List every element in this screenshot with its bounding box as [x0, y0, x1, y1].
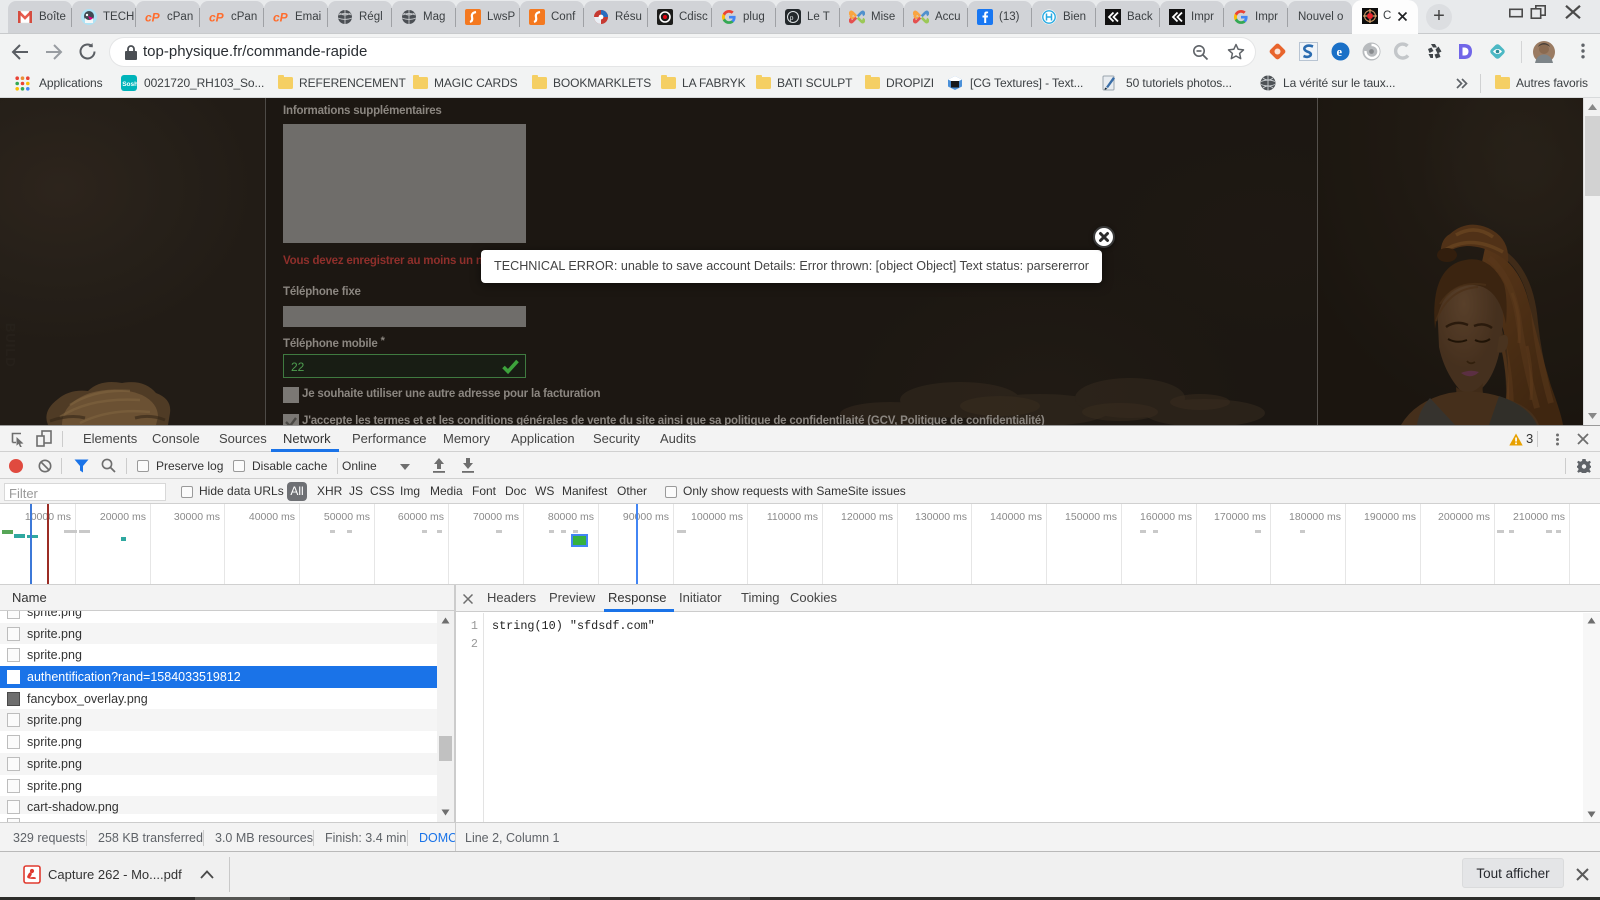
svg-text:Sosh: Sosh	[122, 81, 137, 88]
svg-text:e: e	[1337, 45, 1343, 59]
svg-text:cP: cP	[273, 11, 289, 25]
svg-text:cP: cP	[209, 11, 225, 25]
svg-text:ρ: ρ	[790, 13, 794, 22]
svg-text:cP: cP	[145, 11, 161, 25]
